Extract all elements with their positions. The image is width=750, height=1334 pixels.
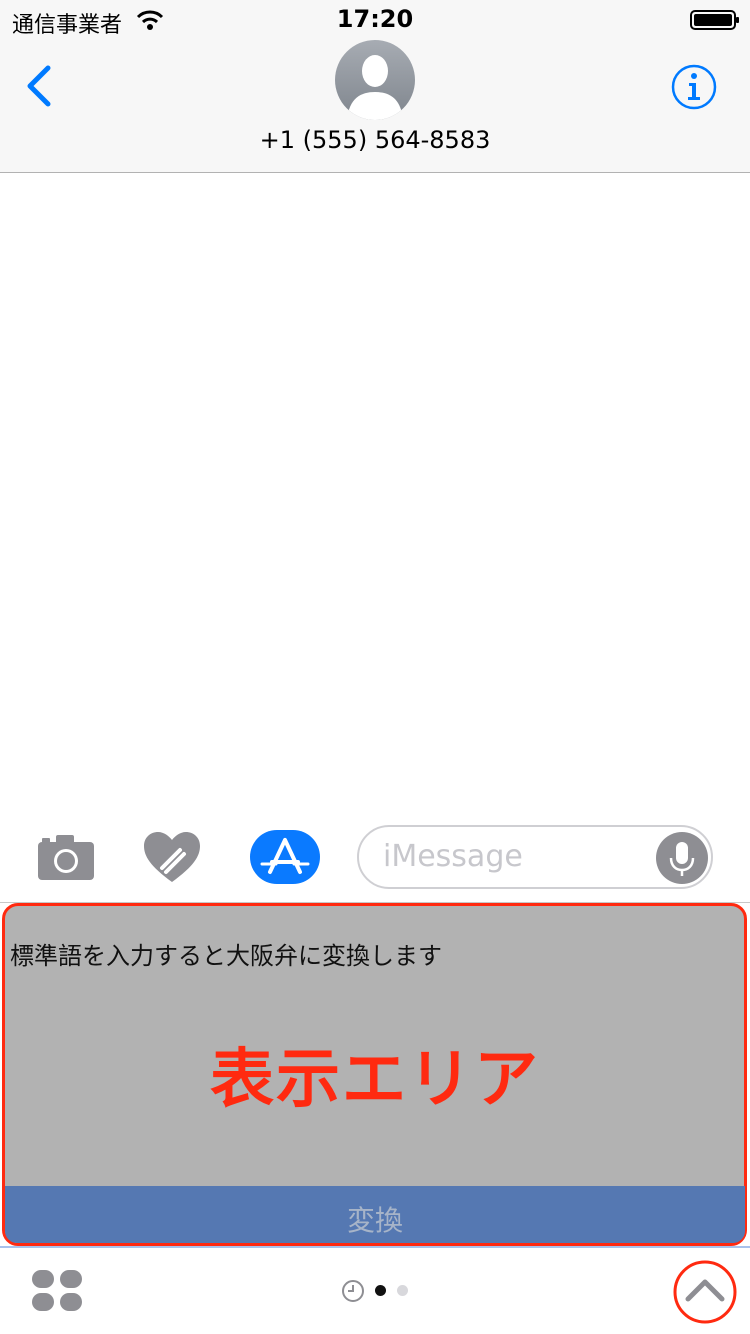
imessage-placeholder[interactable]: iMessage: [383, 839, 523, 874]
convert-button-label[interactable]: 変換: [0, 1199, 750, 1239]
app-drawer-icon[interactable]: [32, 1270, 84, 1312]
microphone-button[interactable]: [656, 832, 708, 884]
person-silhouette-icon: [347, 55, 403, 120]
display-area-label: 表示エリア: [210, 1043, 540, 1117]
divider-strip: [0, 1246, 750, 1248]
recents-clock-icon[interactable]: [341, 1279, 365, 1303]
camera-icon[interactable]: [36, 832, 96, 882]
page-dot[interactable]: [397, 1285, 408, 1296]
contact-avatar[interactable]: [335, 40, 415, 120]
status-time: 17:20: [336, 5, 414, 33]
contact-number[interactable]: +1 (555) 564-8583: [0, 126, 750, 154]
back-chevron-icon[interactable]: [22, 62, 56, 110]
info-icon[interactable]: [671, 64, 717, 110]
app-store-icon[interactable]: [250, 830, 320, 884]
page-dot-active[interactable]: [375, 1285, 386, 1296]
battery-icon: [690, 10, 739, 30]
digital-touch-heart-icon[interactable]: [142, 830, 202, 884]
expand-chevron-up-icon[interactable]: [672, 1259, 738, 1325]
microphone-icon: [669, 842, 695, 876]
extension-description: 標準語を入力すると大阪弁に変換します: [10, 942, 442, 970]
